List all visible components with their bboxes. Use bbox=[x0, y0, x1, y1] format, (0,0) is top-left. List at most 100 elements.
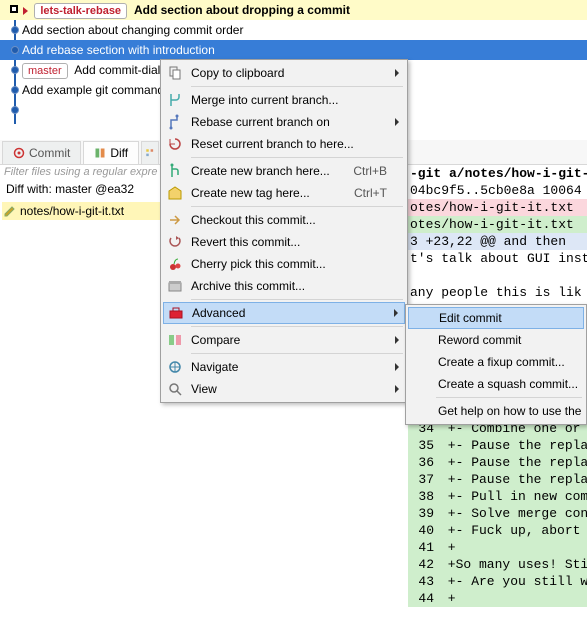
menu-separator bbox=[191, 326, 403, 327]
view-icon bbox=[163, 381, 187, 397]
commit-row-current[interactable]: lets-talk-rebase Add section about dropp… bbox=[0, 0, 587, 20]
menu-label: Copy to clipboard bbox=[187, 66, 405, 80]
menu-cherry-pick[interactable]: Cherry pick this commit... bbox=[163, 253, 405, 275]
menu-separator bbox=[191, 353, 403, 354]
submenu-arrow-icon bbox=[395, 360, 399, 374]
diff-line: 35 +- Pause the replay, and mak bbox=[408, 437, 587, 454]
diff-line: 37 +- Pause the replay, and spl bbox=[408, 471, 587, 488]
submenu-arrow-icon bbox=[395, 115, 399, 129]
menu-archive[interactable]: Archive this commit... bbox=[163, 275, 405, 297]
commit-row[interactable]: Add section about changing commit order bbox=[0, 20, 587, 40]
submenu-edit-commit[interactable]: Edit commit bbox=[408, 307, 584, 329]
menu-label: Navigate bbox=[187, 360, 405, 374]
menu-accelerator: Ctrl+B bbox=[353, 164, 405, 178]
menu-separator bbox=[191, 86, 403, 87]
menu-label: Create new tag here... bbox=[187, 186, 354, 200]
menu-accelerator: Ctrl+T bbox=[354, 186, 405, 200]
diff-line: 04bc9f5..5cb0e8a 10064 bbox=[408, 182, 587, 199]
diff-line: 36 +- Pause the replay, and mak bbox=[408, 454, 587, 471]
tab-commit[interactable]: Commit bbox=[2, 141, 81, 164]
menu-rebase-on[interactable]: Rebase current branch on bbox=[163, 111, 405, 133]
menu-label: Create new branch here... bbox=[187, 164, 353, 178]
diff-line: 39 +- Solve merge conflicts lik bbox=[408, 505, 587, 522]
copy-icon bbox=[163, 65, 187, 81]
menu-label: Compare bbox=[187, 333, 405, 347]
menu-new-tag[interactable]: Create new tag here... Ctrl+T bbox=[163, 182, 405, 204]
toolbox-icon bbox=[164, 305, 188, 321]
submenu-reword[interactable]: Reword commit bbox=[408, 329, 584, 351]
diff-line: otes/how-i-git-it.txt bbox=[408, 216, 587, 233]
submenu-arrow-icon bbox=[395, 66, 399, 80]
submenu-arrow-icon bbox=[395, 382, 399, 396]
menu-label: Reword commit bbox=[414, 333, 584, 347]
submenu-help[interactable]: Get help on how to use the bbox=[408, 400, 584, 422]
diff-line: t's talk about GUI inst bbox=[408, 250, 587, 267]
tab-diff[interactable]: Diff bbox=[83, 141, 139, 164]
submenu-arrow-icon bbox=[394, 306, 398, 320]
branch-tag[interactable]: master bbox=[22, 63, 68, 79]
diff-line: 42 +So many uses! Stick with me bbox=[408, 556, 587, 573]
commit-node bbox=[11, 26, 19, 34]
tab-label: Commit bbox=[29, 146, 70, 160]
diff-line bbox=[408, 267, 587, 284]
menu-label: Merge into current branch... bbox=[187, 93, 405, 107]
menu-advanced[interactable]: Advanced bbox=[163, 302, 405, 324]
tag-icon bbox=[163, 185, 187, 201]
menu-separator bbox=[191, 206, 403, 207]
menu-label: Revert this commit... bbox=[187, 235, 405, 249]
submenu-squash[interactable]: Create a squash commit... bbox=[408, 373, 584, 395]
commit-node bbox=[11, 86, 19, 94]
commit-row-selected[interactable]: Add rebase section with introduction bbox=[0, 40, 587, 60]
menu-label: View bbox=[187, 382, 405, 396]
menu-navigate[interactable]: Navigate bbox=[163, 356, 405, 378]
diff-with-label: Diff with: master @ea32 bbox=[6, 182, 134, 196]
menu-reset[interactable]: Reset current branch to here... bbox=[163, 133, 405, 155]
commit-node bbox=[11, 46, 19, 54]
menu-separator bbox=[191, 299, 403, 300]
menu-label: Checkout this commit... bbox=[187, 213, 405, 227]
diff-line: 40 +- Fuck up, abort and try ag bbox=[408, 522, 587, 539]
menu-compare[interactable]: Compare bbox=[163, 329, 405, 351]
diff-line: otes/how-i-git-it.txt bbox=[408, 199, 587, 216]
tab-label: Diff bbox=[110, 146, 128, 160]
submenu-arrow-icon bbox=[395, 333, 399, 347]
menu-label: Advanced bbox=[188, 306, 404, 320]
menu-copy[interactable]: Copy to clipboard bbox=[163, 62, 405, 84]
menu-label: Create a squash commit... bbox=[414, 377, 584, 391]
commit-node bbox=[10, 5, 18, 13]
menu-label: Get help on how to use the bbox=[414, 404, 584, 418]
menu-label: Rebase current branch on bbox=[187, 115, 405, 129]
commit-node bbox=[11, 106, 19, 114]
commit-node bbox=[11, 66, 19, 74]
branch-tag[interactable]: lets-talk-rebase bbox=[34, 3, 127, 19]
menu-merge[interactable]: Merge into current branch... bbox=[163, 89, 405, 111]
head-arrow-icon bbox=[23, 7, 28, 15]
diff-icon bbox=[94, 147, 106, 159]
diff-line: -git a/notes/how-i-git- bbox=[408, 165, 587, 182]
menu-separator bbox=[191, 157, 403, 158]
menu-new-branch[interactable]: Create new branch here... Ctrl+B bbox=[163, 160, 405, 182]
submenu-advanced: Edit commit Reword commit Create a fixup… bbox=[405, 304, 587, 425]
revert-icon bbox=[163, 234, 187, 250]
menu-revert[interactable]: Revert this commit... bbox=[163, 231, 405, 253]
menu-label: Create a fixup commit... bbox=[414, 355, 584, 369]
commit-icon bbox=[13, 147, 25, 159]
tab-extra[interactable] bbox=[141, 141, 159, 164]
menu-view[interactable]: View bbox=[163, 378, 405, 400]
commit-message: Add example git commands t bbox=[22, 83, 177, 97]
diff-line: 3 +23,22 @@ and then bbox=[408, 233, 587, 250]
menu-separator bbox=[436, 397, 582, 398]
menu-label: Edit commit bbox=[415, 311, 583, 325]
context-menu: Copy to clipboard Merge into current bra… bbox=[160, 59, 408, 403]
filter-placeholder[interactable]: Filter files using a regular expre bbox=[4, 166, 157, 178]
submenu-fixup[interactable]: Create a fixup commit... bbox=[408, 351, 584, 373]
file-row[interactable]: notes/how-i-git-it.txt bbox=[2, 202, 160, 220]
reset-icon bbox=[163, 136, 187, 152]
cherry-icon bbox=[163, 256, 187, 272]
diff-line: 41 + bbox=[408, 539, 587, 556]
rebase-icon bbox=[163, 114, 187, 130]
edit-icon bbox=[4, 204, 16, 216]
navigate-icon bbox=[163, 359, 187, 375]
menu-checkout[interactable]: Checkout this commit... bbox=[163, 209, 405, 231]
menu-label: Archive this commit... bbox=[187, 279, 405, 293]
